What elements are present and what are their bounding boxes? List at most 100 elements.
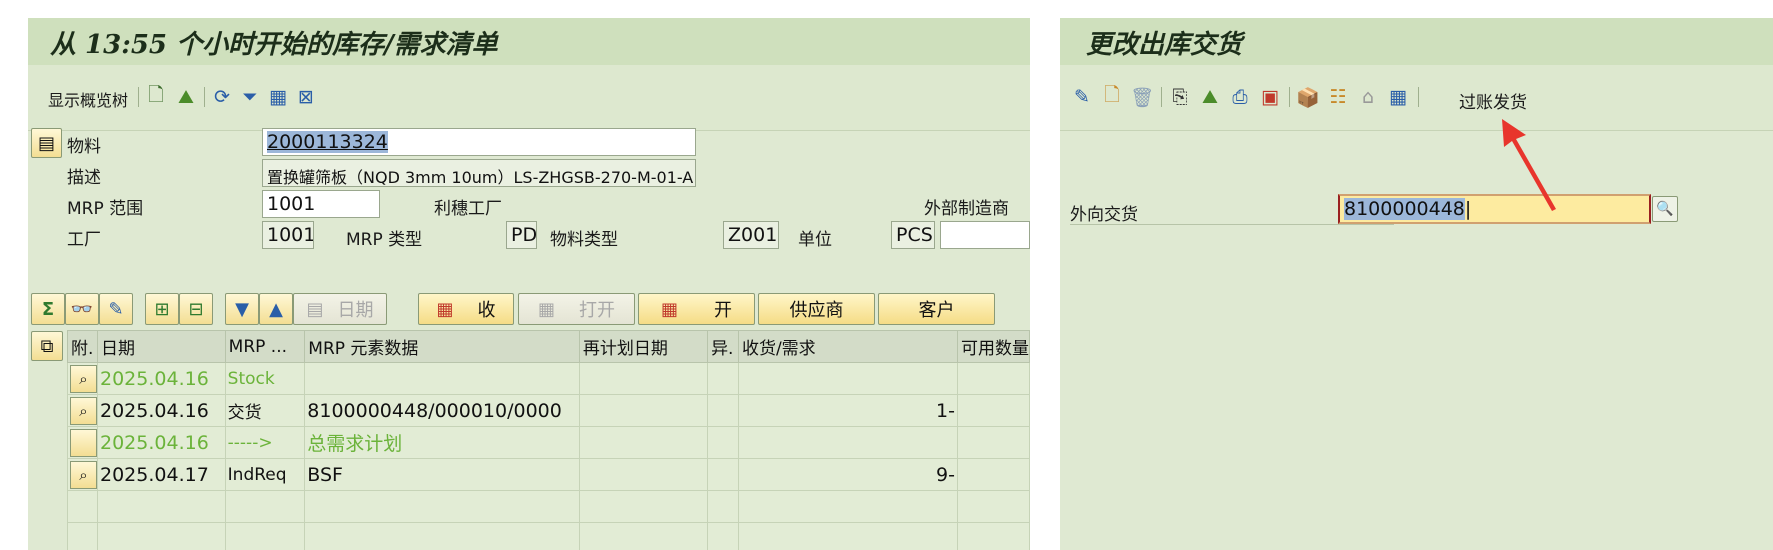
plant-label: 工厂 — [67, 230, 101, 250]
refresh-icon[interactable]: ⟳ — [210, 85, 234, 109]
row-qty — [737, 426, 959, 459]
unit-label: 单位 — [798, 230, 832, 250]
column-header[interactable]: 日期 — [97, 330, 226, 363]
row-mrp-element: 交货 — [224, 394, 306, 427]
window-title: 从 13:55 个小时开始的库存/需求清单 — [50, 30, 498, 60]
mrp-type-label: MRP 类型 — [346, 230, 423, 250]
filter-icon[interactable]: ⏷ — [238, 85, 262, 109]
table-row[interactable]: ⌕ 2025.04.16 Stock — [67, 362, 1030, 395]
copy-icon[interactable]: ⎘ — [1168, 85, 1192, 109]
column-header[interactable]: MRP ... — [224, 330, 306, 363]
title-bar: 从 13:55 个小时开始的库存/需求清单 — [28, 18, 1030, 65]
table-row[interactable]: 2025.04.16 -----> 总需求计划 — [67, 426, 1030, 459]
title-bar: 更改出库交货 — [1060, 18, 1773, 65]
column-header[interactable]: 附. — [67, 330, 98, 363]
collapse-tree-icon[interactable]: ⊟ — [179, 293, 213, 325]
hierarchy-icon[interactable]: ☷ — [1326, 85, 1350, 109]
sort-up-icon[interactable]: ▲ — [259, 293, 293, 325]
outbound-delivery-field[interactable]: 8100000448| — [1338, 194, 1651, 224]
pencil-icon[interactable]: ✎ — [99, 293, 133, 325]
toolbar — [1060, 65, 1773, 131]
row-mrp-data: BSF — [304, 458, 580, 491]
table-row — [67, 490, 1030, 523]
column-header[interactable]: 异. — [707, 330, 739, 363]
column-header[interactable]: 可用数量 — [957, 330, 1030, 363]
new-doc-icon[interactable]: 🗋 — [144, 84, 168, 109]
tree-icon[interactable]: ▦ — [266, 85, 290, 109]
material-label: 物料 — [67, 137, 101, 157]
receive-button[interactable]: ▦ 收 — [418, 293, 514, 325]
column-header[interactable]: 收货/需求 — [737, 330, 959, 363]
customer-button[interactable]: 客户 — [878, 293, 995, 325]
row-mrp-data: 总需求计划 — [304, 426, 580, 459]
glasses-icon[interactable]: 👓 — [65, 293, 99, 325]
detail-icon[interactable]: ⌕ — [70, 460, 97, 489]
header-toggle-icon[interactable]: ▤ — [31, 128, 62, 158]
row-mrp-data — [304, 362, 580, 395]
post-goods-issue-button[interactable]: 过账发货 — [1459, 88, 1527, 113]
house-icon[interactable]: ⌂ — [1356, 85, 1380, 109]
sum-icon[interactable]: Σ — [31, 293, 65, 325]
mrp-area-text: 利穗工厂 — [434, 199, 502, 219]
mrp-area-field[interactable]: 1001 — [262, 190, 380, 218]
material-type-field: Z001 — [723, 221, 779, 249]
description-field: 置换罐筛板（NQD 3mm 10um）LS-ZHGSB-270-M-01-A — [262, 159, 696, 187]
outbound-delivery-value: 8100000448 — [1344, 198, 1465, 220]
trash-icon[interactable]: 🗑 — [1130, 85, 1154, 109]
calendar-icon: ▦ — [436, 298, 454, 320]
block-icon[interactable]: ▣ — [1258, 85, 1282, 109]
material-type-label: 物料类型 — [550, 230, 618, 250]
landscape-icon[interactable]: ⛰ — [1198, 85, 1222, 109]
search-icon[interactable]: 🔍 — [1652, 196, 1678, 222]
date-button[interactable]: ▤ 日期 — [293, 293, 387, 325]
landscape-icon[interactable]: ⛰ — [174, 85, 198, 109]
column-header[interactable]: MRP 元素数据 — [304, 330, 580, 363]
grid-icon[interactable]: ▦ — [1386, 85, 1410, 109]
package-icon[interactable]: 📦 — [1296, 85, 1320, 109]
expand-tree-icon[interactable]: ⊞ — [145, 293, 179, 325]
outbound-delivery-label: 外向交货 — [1070, 205, 1138, 225]
sort-down-icon[interactable]: ▼ — [225, 293, 259, 325]
row-mrp-element: Stock — [224, 362, 306, 395]
detail-icon[interactable]: ⌕ — [70, 364, 97, 393]
unit-extra-field[interactable] — [940, 221, 1030, 249]
mrp-table: 附. 日期 MRP ... MRP 元素数据 再计划日期 异. 收货/需求 可用… — [67, 330, 1030, 550]
print-icon[interactable]: ⎙ — [1228, 85, 1252, 109]
row-mrp-element: -----> — [224, 426, 306, 459]
excel-icon[interactable]: ⊠ — [294, 85, 318, 109]
show-overview-tree-button[interactable]: 显示概览树 — [48, 87, 128, 111]
open-button[interactable]: ▦ 开 — [638, 293, 755, 325]
glasses-icon[interactable]: ✎ — [1070, 85, 1094, 109]
change-outbound-delivery-window: 更改出库交货 ✎ 🗋 🗑 ⎘ ⛰ ⎙ ▣ 📦 ☷ ⌂ ▦ 过账发货 外向交货 8… — [1060, 18, 1773, 550]
material-value: 2000113324 — [267, 131, 388, 153]
row-date: 2025.04.16 — [97, 394, 226, 427]
external-manufacturer-label: 外部制造商 — [924, 199, 1009, 219]
calendar-icon: ▦ — [660, 298, 678, 320]
empty-cell-button[interactable] — [70, 428, 97, 457]
row-date: 2025.04.17 — [97, 458, 226, 491]
row-qty: 1- — [737, 394, 959, 427]
table-row[interactable]: ⌕ 2025.04.16 交货 8100000448/000010/0000 1… — [67, 394, 1030, 427]
plant-field: 1001 — [262, 221, 314, 249]
stock-requirements-window: 从 13:55 个小时开始的库存/需求清单 显示概览树 🗋 ⛰ ⟳ ⏷ ▦ ⊠ … — [28, 18, 1030, 550]
material-field[interactable]: 2000113324 — [262, 128, 696, 156]
description-label: 描述 — [67, 168, 101, 188]
column-header[interactable]: 再计划日期 — [578, 330, 709, 363]
row-mrp-element: IndReq — [224, 458, 306, 491]
table-settings-icon[interactable]: ⧉ — [31, 331, 63, 361]
window-title: 更改出库交货 — [1086, 30, 1243, 60]
new-doc-icon[interactable]: 🗋 — [1100, 84, 1124, 109]
supplier-button[interactable]: 供应商 — [758, 293, 875, 325]
mrp-area-label: MRP 范围 — [67, 199, 144, 219]
red-arrow-annotation — [1502, 119, 1556, 211]
detail-icon[interactable]: ⌕ — [70, 396, 97, 425]
date-icon: ▤ — [306, 298, 324, 320]
row-date: 2025.04.16 — [97, 362, 226, 395]
row-mrp-data: 8100000448/000010/0000 — [304, 394, 580, 427]
row-qty: 9- — [737, 458, 959, 491]
unit-field: PCS — [891, 221, 935, 249]
table-row[interactable]: ⌕ 2025.04.17 IndReq BSF 9- — [67, 458, 1030, 491]
row-date: 2025.04.16 — [97, 426, 226, 459]
mrp-type-field: PD — [506, 221, 537, 249]
open-disabled-button[interactable]: ▦ 打开 — [518, 293, 635, 325]
